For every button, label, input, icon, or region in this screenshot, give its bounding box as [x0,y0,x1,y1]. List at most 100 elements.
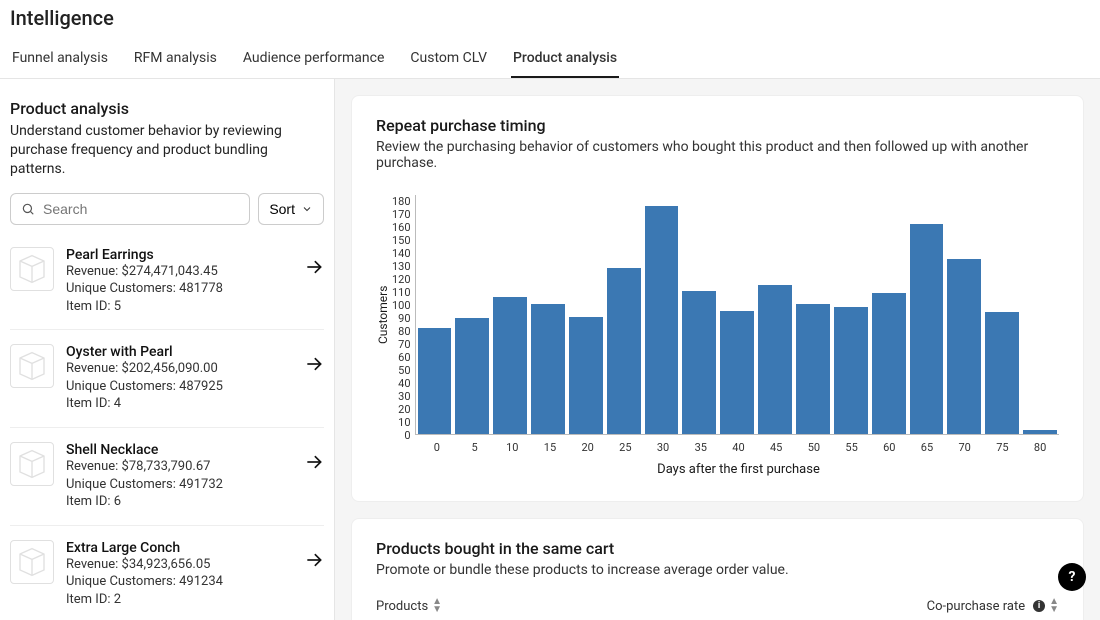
bar[interactable] [796,304,830,434]
bar[interactable] [645,206,679,434]
bar[interactable] [455,318,489,434]
ytick: 160 [392,221,411,234]
search-icon [21,202,35,216]
bar[interactable] [607,268,641,434]
chart-xaxis: 05101520253035404550556065707580 [418,441,1059,454]
sort-arrows-icon: ▲▼ [1049,598,1059,614]
sidebar: Product analysis Understand customer beh… [0,79,335,620]
xtick: 45 [757,441,795,454]
chevron-down-icon [301,203,313,215]
bar[interactable] [418,328,452,434]
product-item[interactable]: Pearl EarringsRevenue: $274,471,043.45Un… [10,233,324,330]
sidebar-title: Product analysis [10,99,324,118]
placeholder-icon [16,350,48,382]
search-input[interactable] [43,201,239,217]
bar[interactable] [569,317,603,434]
placeholder-icon [16,546,48,578]
xtick: 50 [795,441,833,454]
xtick: 35 [682,441,720,454]
ytick: 140 [392,247,411,260]
bar[interactable] [872,293,906,434]
bar[interactable] [531,304,565,434]
xtick: 55 [833,441,871,454]
product-item[interactable]: Oyster with PearlRevenue: $202,456,090.0… [10,329,324,427]
product-thumb [10,344,54,388]
arrow-right-icon [304,452,324,472]
bar[interactable] [834,307,868,434]
card-description: Promote or bundle these products to incr… [376,562,1059,578]
search-input-wrap[interactable] [10,193,250,225]
product-item[interactable]: Shell NecklaceRevenue: $78,733,790.67Uni… [10,427,324,525]
xtick: 15 [531,441,569,454]
product-list: Pearl EarringsRevenue: $274,471,043.45Un… [10,233,324,620]
coproduct-card: Products bought in the same cart Promote… [351,518,1084,620]
xtick: 5 [456,441,494,454]
xtick: 30 [644,441,682,454]
product-revenue: Revenue: $78,733,790.67 [66,458,292,476]
ytick: 180 [392,195,411,208]
bar[interactable] [947,259,981,434]
bar[interactable] [758,285,792,434]
xtick: 65 [908,441,946,454]
repeat-purchase-card: Repeat purchase timing Review the purcha… [351,95,1084,502]
page-title: Intelligence [10,6,1090,30]
ytick: 150 [392,234,411,247]
ytick: 40 [392,377,411,390]
ytick: 80 [392,325,411,338]
xtick: 0 [418,441,456,454]
bar[interactable] [682,291,716,434]
bar[interactable] [985,312,1019,434]
tab-funnel-analysis[interactable]: Funnel analysis [10,44,110,78]
product-customers: Unique Customers: 481778 [66,280,292,298]
bar[interactable] [720,311,754,434]
ytick: 90 [392,312,411,325]
ytick: 10 [392,416,411,429]
product-revenue: Revenue: $202,456,090.00 [66,360,292,378]
xtick: 75 [984,441,1022,454]
bar[interactable] [910,224,944,434]
ytick: 30 [392,390,411,403]
placeholder-icon [16,253,48,285]
tab-custom-clv[interactable]: Custom CLV [408,44,489,78]
ytick: 0 [392,429,411,442]
tab-product-analysis[interactable]: Product analysis [511,44,619,78]
info-icon[interactable]: i [1033,600,1045,612]
product-name: Oyster with Pearl [66,344,292,360]
product-name: Pearl Earrings [66,247,292,263]
ytick: 20 [392,403,411,416]
arrow-right-icon [304,257,324,277]
product-thumb [10,540,54,584]
xtick: 10 [493,441,531,454]
chart: Customers 180170160150140130120110100908… [376,195,1059,435]
chart-ylabel: Customers [376,195,390,435]
xtick: 25 [607,441,645,454]
card-title: Products bought in the same cart [376,539,1059,558]
product-thumb [10,247,54,291]
product-customers: Unique Customers: 491732 [66,476,292,494]
sidebar-description: Understand customer behavior by reviewin… [10,122,324,179]
tab-audience-performance[interactable]: Audience performance [241,44,387,78]
sort-button[interactable]: Sort [258,193,324,225]
ytick: 100 [392,299,411,312]
main-content: Repeat purchase timing Review the purcha… [335,79,1100,620]
bar[interactable] [1023,430,1057,434]
ytick: 60 [392,351,411,364]
bar[interactable] [493,297,527,434]
product-item[interactable]: Extra Large ConchRevenue: $34,923,656.05… [10,525,324,620]
tab-rfm-analysis[interactable]: RFM analysis [132,44,219,78]
xtick: 70 [946,441,984,454]
ytick: 110 [392,286,411,299]
xtick: 20 [569,441,607,454]
col-products[interactable]: Products ▲▼ [376,598,442,614]
sort-label: Sort [269,201,295,217]
product-customers: Unique Customers: 491234 [66,573,292,591]
placeholder-icon [16,448,48,480]
ytick: 70 [392,338,411,351]
help-button[interactable]: ? [1058,563,1086,591]
card-description: Review the purchasing behavior of custom… [376,139,1059,171]
ytick: 130 [392,260,411,273]
sort-arrows-icon: ▲▼ [432,598,442,614]
col-copurchase-rate[interactable]: Co-purchase rate i ▲▼ [927,598,1059,614]
product-itemid: Item ID: 2 [66,591,292,609]
card-title: Repeat purchase timing [376,116,1059,135]
